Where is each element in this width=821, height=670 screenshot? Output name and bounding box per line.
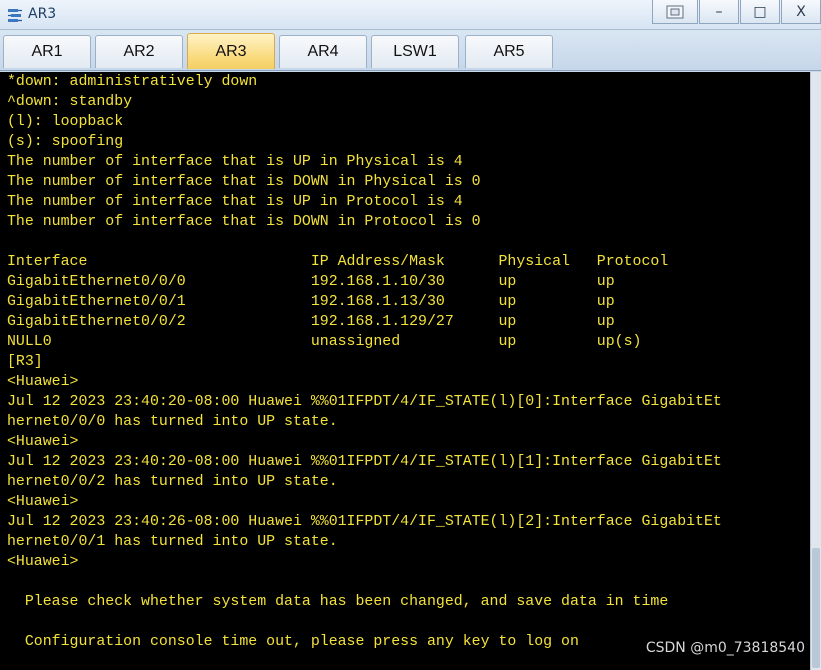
terminal-line: <Huawei> xyxy=(7,374,79,390)
tab-ar1[interactable]: AR1 xyxy=(3,35,91,68)
terminal-line: <Huawei> xyxy=(7,494,79,510)
terminal-line: Interface IP Address/Mask Physical Proto… xyxy=(7,254,669,270)
minimize-button[interactable]: – xyxy=(699,0,739,24)
terminal-line: Please check whether system data has bee… xyxy=(7,594,669,610)
terminal-line: <Huawei> xyxy=(7,554,79,570)
terminal-line: *down: administratively down xyxy=(7,74,258,90)
window-title: AR3 xyxy=(28,6,57,22)
terminal-line: Jul 12 2023 23:40:20-08:00 Huawei %%01IF… xyxy=(7,454,722,470)
terminal-line: GigabitEthernet0/0/0 192.168.1.10/30 up … xyxy=(7,274,615,290)
close-button[interactable]: X xyxy=(781,0,821,24)
maximize-button[interactable]: □ xyxy=(740,0,780,24)
terminal-line: hernet0/0/2 has turned into UP state. xyxy=(7,474,338,490)
terminal-line: NULL0 unassigned up up(s) xyxy=(7,334,642,350)
terminal-line: (s): spoofing xyxy=(7,134,124,150)
terminal-line: hernet0/0/0 has turned into UP state. xyxy=(7,414,338,430)
restore-icon xyxy=(666,5,684,18)
terminal-line: GigabitEthernet0/0/1 192.168.1.13/30 up … xyxy=(7,294,615,310)
terminal-line: The number of interface that is UP in Pr… xyxy=(7,194,463,210)
console-terminal[interactable]: *down: administratively down ^down: stand… xyxy=(0,72,810,670)
router-icon xyxy=(8,9,22,22)
terminal-line: The number of interface that is DOWN in … xyxy=(7,214,481,230)
tab-ar3[interactable]: AR3 xyxy=(187,33,275,69)
vertical-scrollbar[interactable] xyxy=(810,72,821,670)
close-icon: X xyxy=(796,3,806,20)
terminal-line: GigabitEthernet0/0/2 192.168.1.129/27 up… xyxy=(7,314,615,330)
terminal-line: (l): loopback xyxy=(7,114,124,130)
terminal-line: Jul 12 2023 23:40:26-08:00 Huawei %%01IF… xyxy=(7,514,722,530)
window-controls: – □ X xyxy=(651,0,821,26)
maximize-icon: □ xyxy=(753,3,767,20)
terminal-line: ^down: standby xyxy=(7,94,133,110)
terminal-line: hernet0/0/1 has turned into UP state. xyxy=(7,534,338,550)
terminal-line: The number of interface that is DOWN in … xyxy=(7,174,481,190)
minimize-icon: – xyxy=(715,3,723,20)
title-bar: AR3 – □ X xyxy=(0,0,821,30)
scrollbar-thumb[interactable] xyxy=(812,548,820,668)
terminal-line: [R3] xyxy=(7,354,43,370)
terminal-line: Jul 12 2023 23:40:20-08:00 Huawei %%01IF… xyxy=(7,394,722,410)
tab-lsw1[interactable]: LSW1 xyxy=(371,35,459,68)
tab-ar2[interactable]: AR2 xyxy=(95,35,183,68)
tab-ar5[interactable]: AR5 xyxy=(465,35,553,68)
terminal-line: <Huawei> xyxy=(7,434,79,450)
terminal-line: The number of interface that is UP in Ph… xyxy=(7,154,463,170)
restore-button[interactable] xyxy=(652,0,698,24)
terminal-line: Configuration console time out, please p… xyxy=(7,634,579,650)
tab-ar4[interactable]: AR4 xyxy=(279,35,367,68)
watermark: CSDN @m0_73818540 xyxy=(645,640,805,656)
device-tab-bar: AR1 AR2 AR3 AR4 LSW1 AR5 xyxy=(0,30,821,71)
